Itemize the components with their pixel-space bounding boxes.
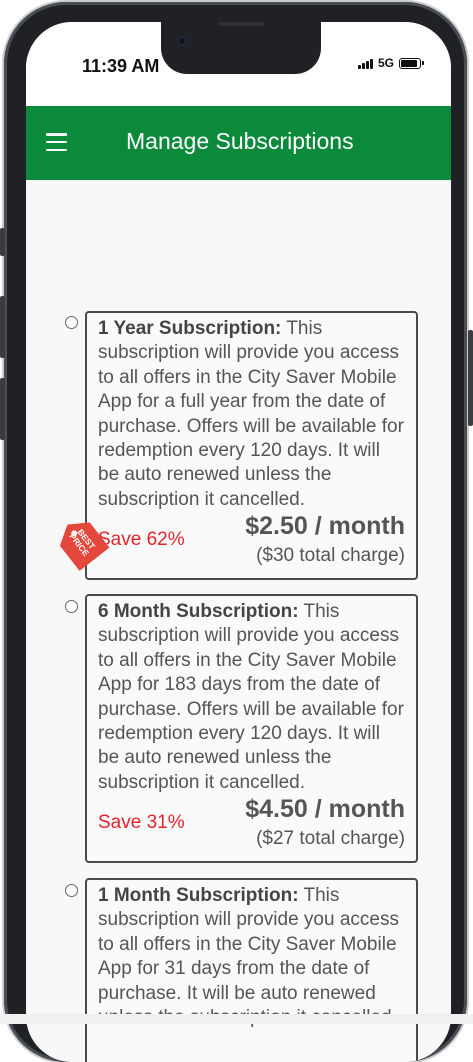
page-title: Manage Subscriptions (126, 128, 354, 154)
bottom-edge (0, 1014, 473, 1024)
subscription-title: 1 Month Subscription: (98, 885, 299, 906)
subscription-title: 1 Year Subscription: (98, 318, 282, 339)
phone-notch (161, 22, 321, 74)
subscription-title: 6 Month Subscription: (98, 601, 299, 622)
subscription-card-1-year[interactable]: 1 Year Subscription: This subscription w… (85, 311, 418, 581)
network-type: 5G (377, 56, 394, 70)
subscription-radio-1-year[interactable] (65, 316, 78, 329)
monthly-price: $2.50 / month (245, 512, 405, 541)
volume-up-button (0, 296, 5, 358)
signal-bars-icon (357, 57, 373, 69)
pricing-row: Save 62% $2.50 / month ($30 total charge… (98, 514, 405, 570)
front-camera-icon (177, 36, 187, 46)
subscription-list: 1 Year Subscription: This subscription w… (26, 180, 451, 1062)
side-button (0, 228, 5, 256)
power-button (468, 330, 473, 426)
subscription-card-6-month[interactable]: 6 Month Subscription: This subscription … (85, 594, 418, 864)
total-charge: ($30 total charge) (256, 545, 405, 567)
subscription-text: 6 Month Subscription: This subscription … (98, 600, 405, 795)
subscription-description: This subscription will provide you acces… (98, 318, 404, 510)
pricing-row: Save 31% $4.50 / month ($27 total charge… (98, 797, 405, 853)
total-charge: ($27 total charge) (256, 828, 405, 850)
subscription-description: This subscription will provide you acces… (98, 601, 404, 793)
subscription-card-1-month[interactable]: 1 Month Subscription: This subscription … (85, 878, 418, 1062)
volume-down-button (0, 378, 5, 440)
subscription-text: 1 Month Subscription: This subscription … (98, 884, 405, 1030)
save-percentage: Save 62% (98, 529, 185, 551)
phone-frame: 11:39 AM 5G Manage Subscriptions 1 Year … (4, 2, 467, 1062)
status-indicators: 5G (357, 56, 424, 70)
hamburger-menu-icon[interactable] (46, 133, 67, 151)
status-time: 11:39 AM (82, 56, 160, 76)
app-bar: Manage Subscriptions (26, 106, 451, 180)
monthly-price: $4.50 / month (245, 795, 405, 824)
subscription-radio-1-month[interactable] (65, 884, 78, 897)
battery-icon (399, 57, 424, 69)
phone-screen: 11:39 AM 5G Manage Subscriptions 1 Year … (26, 22, 451, 1062)
subscription-radio-6-month[interactable] (65, 600, 78, 613)
speaker-grille (218, 22, 264, 26)
subscription-description: This subscription will provide you acces… (98, 885, 399, 1028)
save-percentage: Save 31% (98, 812, 185, 834)
subscription-text: 1 Year Subscription: This subscription w… (98, 317, 405, 512)
